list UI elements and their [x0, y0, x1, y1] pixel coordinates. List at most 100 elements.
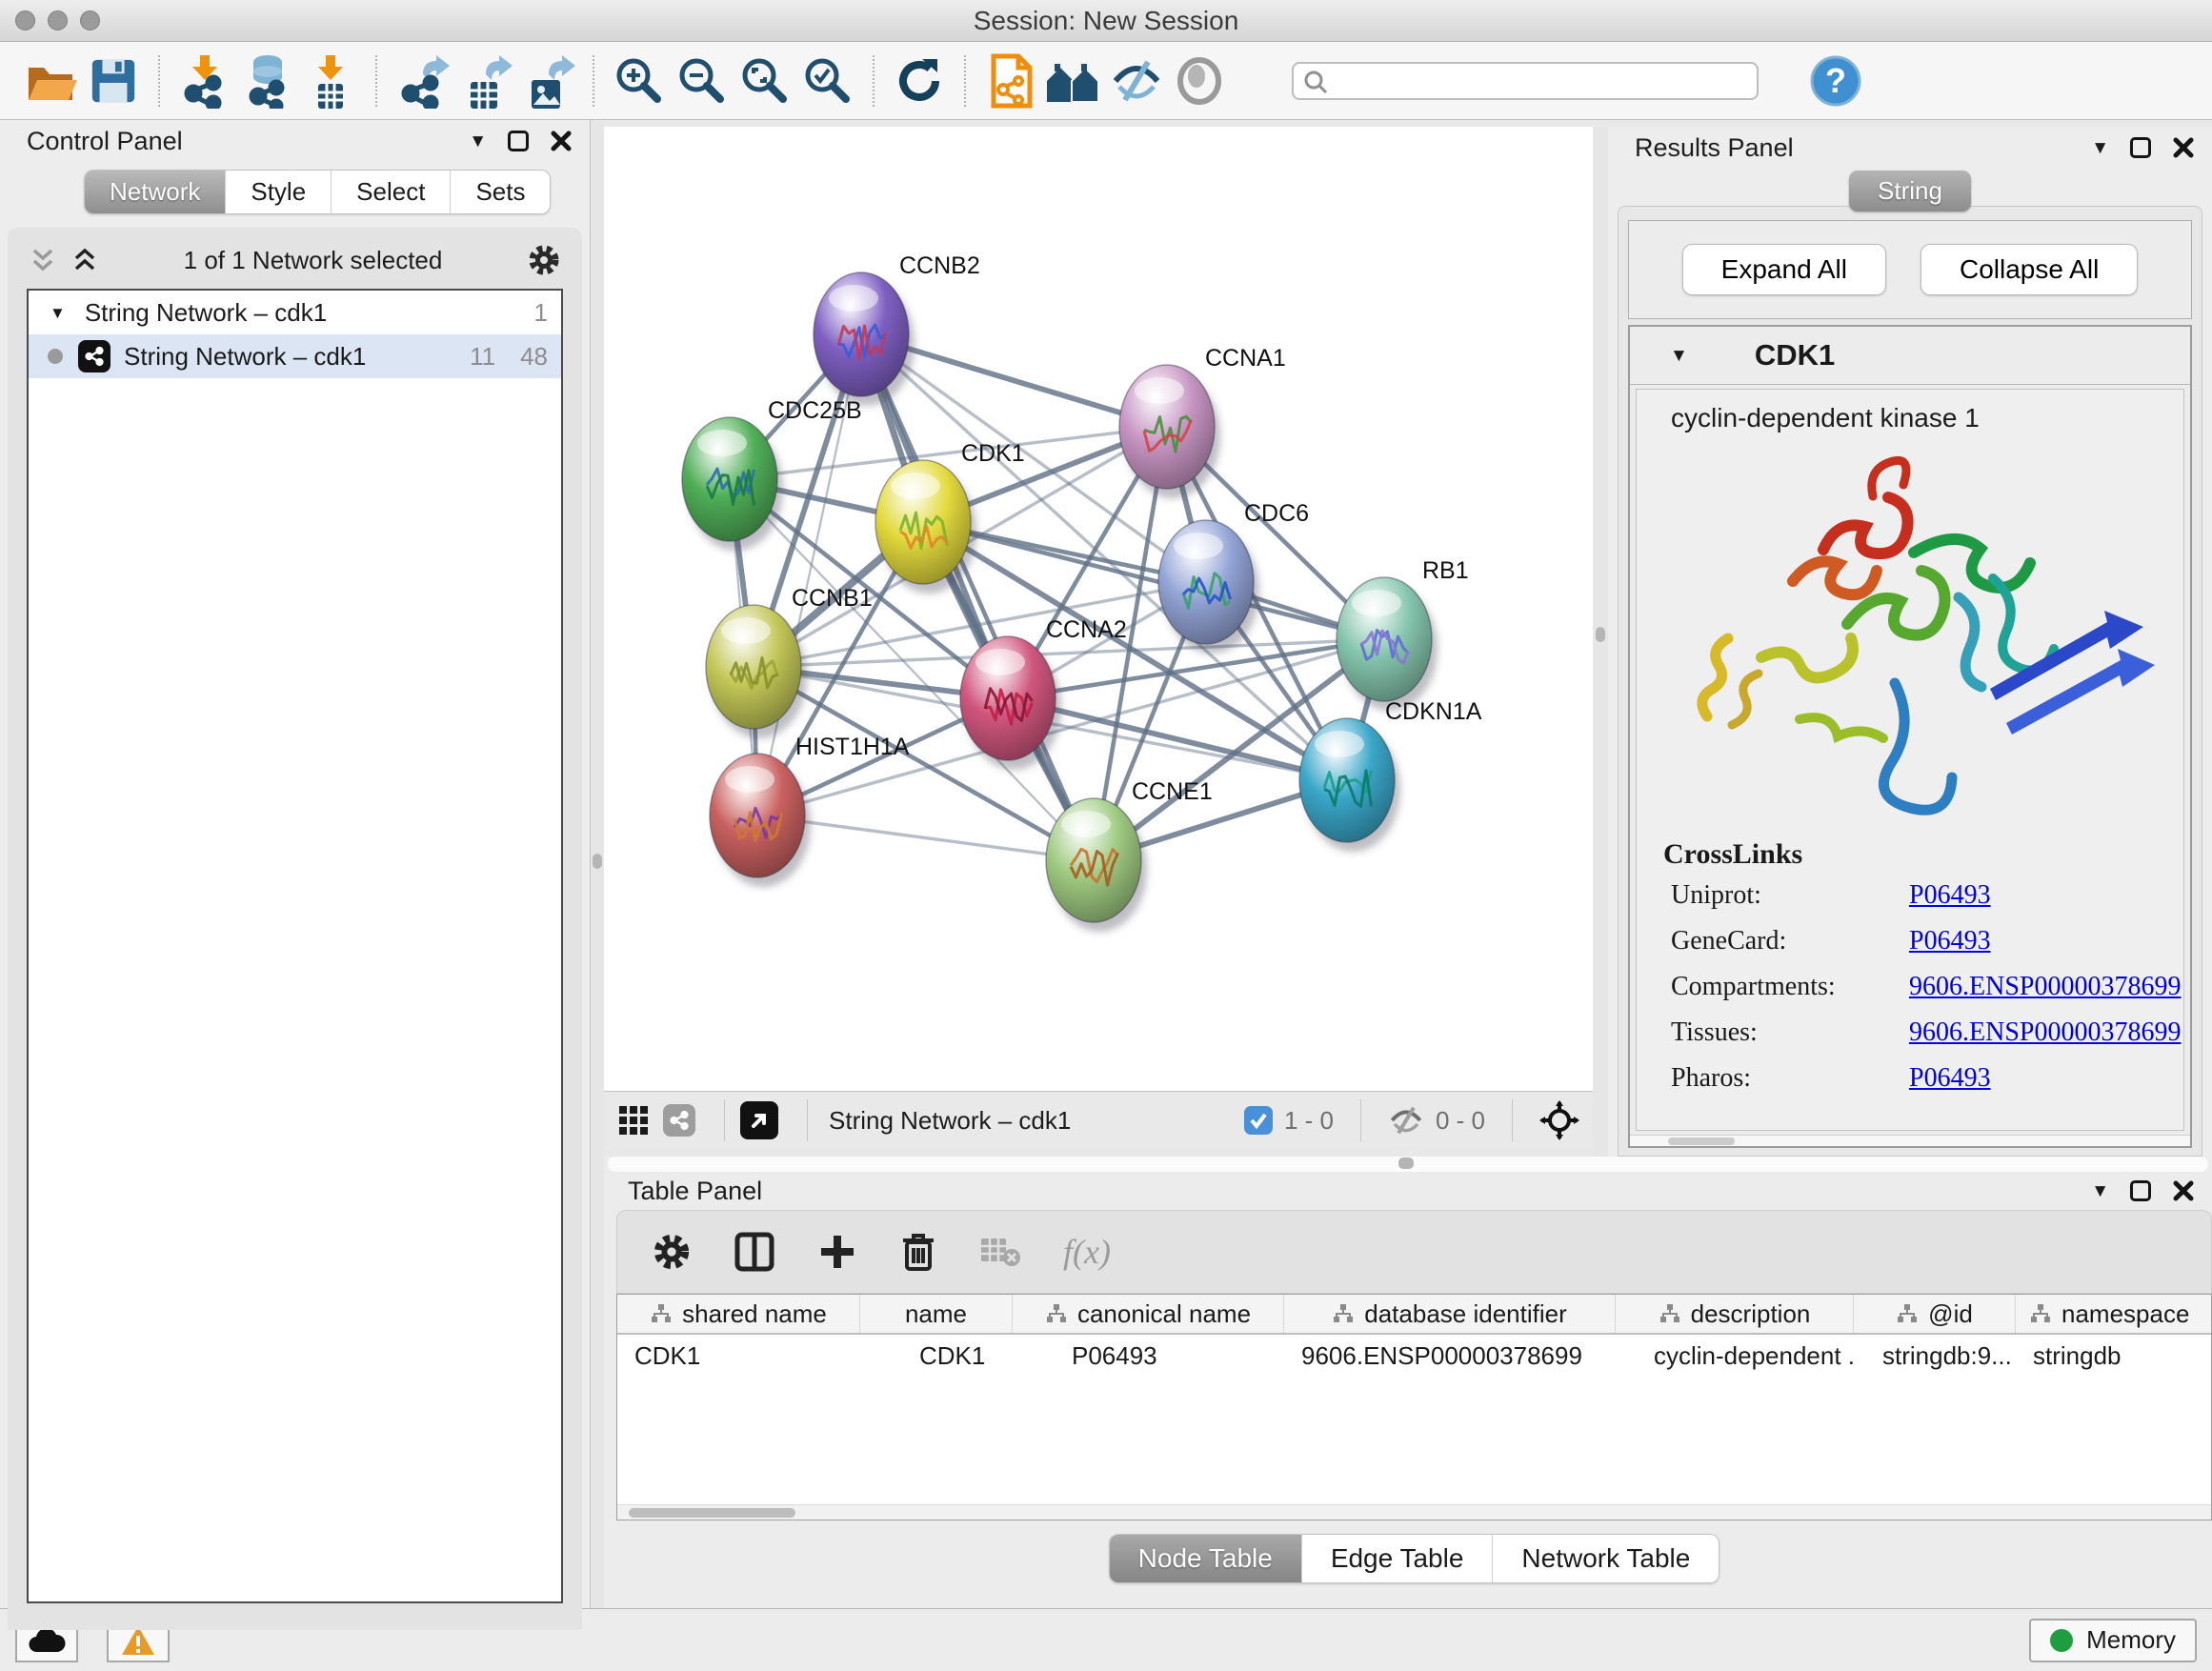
network-row[interactable]: String Network – cdk1 11 48 [29, 334, 561, 378]
crosslink-compartments[interactable]: 9606.ENSP00000378699 [1909, 972, 2181, 1002]
network-node-CCNA1[interactable]: CCNA1 [1119, 345, 1286, 498]
cell-id[interactable]: stringdb:9... [1854, 1341, 2016, 1371]
save-session-button[interactable] [82, 50, 145, 112]
maximize-window-button[interactable] [80, 10, 100, 30]
column-header-id[interactable]: @id [1854, 1295, 2016, 1333]
network-node-CDC6[interactable]: CDC6 [1158, 500, 1309, 654]
gear-icon[interactable] [527, 243, 561, 277]
cell-name[interactable]: CDK1 [860, 1341, 1013, 1371]
crosslink-genecard[interactable]: P06493 [1909, 926, 1991, 956]
expand-all-button[interactable]: Expand All [1682, 244, 1886, 295]
cell-database-identifier[interactable]: 9606.ENSP00000378699 [1284, 1341, 1616, 1371]
gear-icon[interactable] [652, 1232, 692, 1272]
collection-expand-icon[interactable]: ▼ [50, 305, 66, 321]
cell-description[interactable]: cyclin-dependent ... [1616, 1341, 1854, 1371]
zoom-fit-button[interactable] [734, 50, 796, 112]
import-table-button[interactable] [299, 50, 362, 112]
add-column-icon[interactable] [817, 1232, 857, 1272]
column-header-namespace[interactable]: namespace [2016, 1295, 2211, 1333]
column-header-description[interactable]: description [1616, 1295, 1854, 1333]
string-import-button[interactable] [979, 50, 1042, 112]
collapse-all-button[interactable]: Collapse All [1920, 244, 2138, 295]
help-icon: ? [1810, 55, 1861, 107]
table-horizontal-scrollbar[interactable] [617, 1504, 2211, 1520]
network-node-CCNB2[interactable]: CCNB2 [814, 252, 980, 406]
column-header-name[interactable]: name [860, 1295, 1013, 1333]
network-badge-icon[interactable] [663, 1104, 695, 1137]
tab-style[interactable]: Style [226, 171, 332, 213]
float-panel-icon[interactable] [508, 131, 529, 151]
gray-eye-icon [1176, 57, 1223, 105]
panel-menu-icon[interactable]: ▼ [2091, 139, 2109, 157]
network-node-CDKN1A[interactable]: CDKN1A [1299, 698, 1482, 852]
function-builder-icon[interactable]: f(x) [1063, 1232, 1111, 1272]
crosslink-tissues[interactable]: 9606.ENSP00000378699 [1909, 1017, 2181, 1048]
results-scrollbar[interactable] [1630, 1135, 2190, 1146]
table-toolbar: f(x) [616, 1210, 2212, 1294]
tree-icon [1332, 1302, 1355, 1325]
pan-crosshair-icon[interactable] [1539, 1100, 1579, 1140]
cell-namespace[interactable]: stringdb [2016, 1341, 2211, 1371]
open-session-button[interactable] [19, 50, 82, 112]
grid-view-icon[interactable] [617, 1104, 650, 1137]
export-table-button[interactable] [453, 50, 516, 112]
search-input[interactable] [1292, 62, 1759, 100]
hide-panels-button[interactable] [1105, 50, 1168, 112]
left-splitter[interactable] [591, 120, 604, 1608]
float-panel-icon[interactable] [2130, 1180, 2151, 1201]
tab-sets[interactable]: Sets [451, 171, 550, 213]
export-network-button[interactable] [391, 50, 453, 112]
network-node-CCNE1[interactable]: CCNE1 [1046, 778, 1213, 932]
tab-network-table[interactable]: Network Table [1493, 1535, 1719, 1582]
crosslink-pharos[interactable]: P06493 [1909, 1063, 1991, 1094]
column-header-database-identifier[interactable]: database identifier [1284, 1295, 1616, 1333]
close-panel-icon[interactable] [550, 130, 573, 152]
help-button[interactable]: ? [1804, 50, 1867, 112]
cell-canonical-name[interactable]: P06493 [1013, 1341, 1284, 1371]
horizontal-splitter[interactable] [608, 1157, 2208, 1172]
collapse-all-icon[interactable] [29, 246, 57, 274]
zoom-in-button[interactable] [608, 50, 671, 112]
expand-all-icon[interactable] [70, 246, 99, 274]
close-window-button[interactable] [15, 10, 35, 30]
tab-string[interactable]: String [1849, 171, 1971, 211]
tab-edge-table[interactable]: Edge Table [1302, 1535, 1494, 1582]
delete-column-icon[interactable] [899, 1231, 937, 1273]
zoom-selected-button[interactable] [796, 50, 859, 112]
cell-shared-name[interactable]: CDK1 [617, 1341, 860, 1371]
tab-select[interactable]: Select [332, 171, 451, 213]
right-splitter[interactable] [1593, 127, 1608, 1157]
section-expand-icon[interactable]: ▼ [1670, 347, 1688, 365]
panel-menu-icon[interactable]: ▼ [2091, 1182, 2109, 1200]
import-network-button[interactable] [173, 50, 236, 112]
export-image-button[interactable] [516, 50, 579, 112]
tab-network[interactable]: Network [85, 171, 226, 213]
memory-button[interactable]: Memory [2029, 1619, 2197, 1662]
import-network-from-database-button[interactable] [236, 50, 299, 112]
crosslink-uniprot[interactable]: P06493 [1909, 880, 1991, 911]
network-collection-row[interactable]: ▼ String Network – cdk1 1 [29, 291, 561, 334]
float-panel-icon[interactable] [2130, 137, 2151, 158]
tab-node-table[interactable]: Node Table [1110, 1535, 1302, 1582]
select-columns-icon[interactable] [734, 1231, 775, 1273]
return-home-button[interactable] [1042, 50, 1105, 112]
birds-eye-toggle[interactable] [740, 1101, 778, 1139]
network-canvas[interactable]: CCNB2CCNA1CDC25BCDK1CDC6RB1CCNB1CCNA2HIS… [604, 127, 1593, 1091]
network-node-RB1[interactable]: RB1 [1337, 557, 1469, 711]
show-panels-button[interactable] [1168, 50, 1231, 112]
minimize-window-button[interactable] [48, 10, 68, 30]
network-node-CDC25B[interactable]: CDC25B [682, 397, 862, 551]
zoom-out-button[interactable] [671, 50, 734, 112]
selected-nodes-checkbox[interactable] [1244, 1106, 1273, 1135]
refresh-button[interactable] [888, 50, 951, 112]
close-panel-icon[interactable] [2172, 1179, 2195, 1202]
close-panel-icon[interactable] [2172, 136, 2195, 159]
table-row[interactable]: CDK1 CDK1 P06493 9606.ENSP00000378699 cy… [617, 1335, 2211, 1377]
panel-menu-icon[interactable]: ▼ [469, 132, 487, 151]
column-header-shared-name[interactable]: shared name [617, 1295, 860, 1333]
refresh-icon [894, 55, 945, 107]
column-header-canonical-name[interactable]: canonical name [1013, 1295, 1284, 1333]
network-node-HIST1H1A[interactable]: HIST1H1A [710, 734, 910, 887]
network-list: ▼ String Network – cdk1 1 String Network… [27, 289, 563, 1603]
delete-table-icon[interactable] [979, 1235, 1021, 1269]
